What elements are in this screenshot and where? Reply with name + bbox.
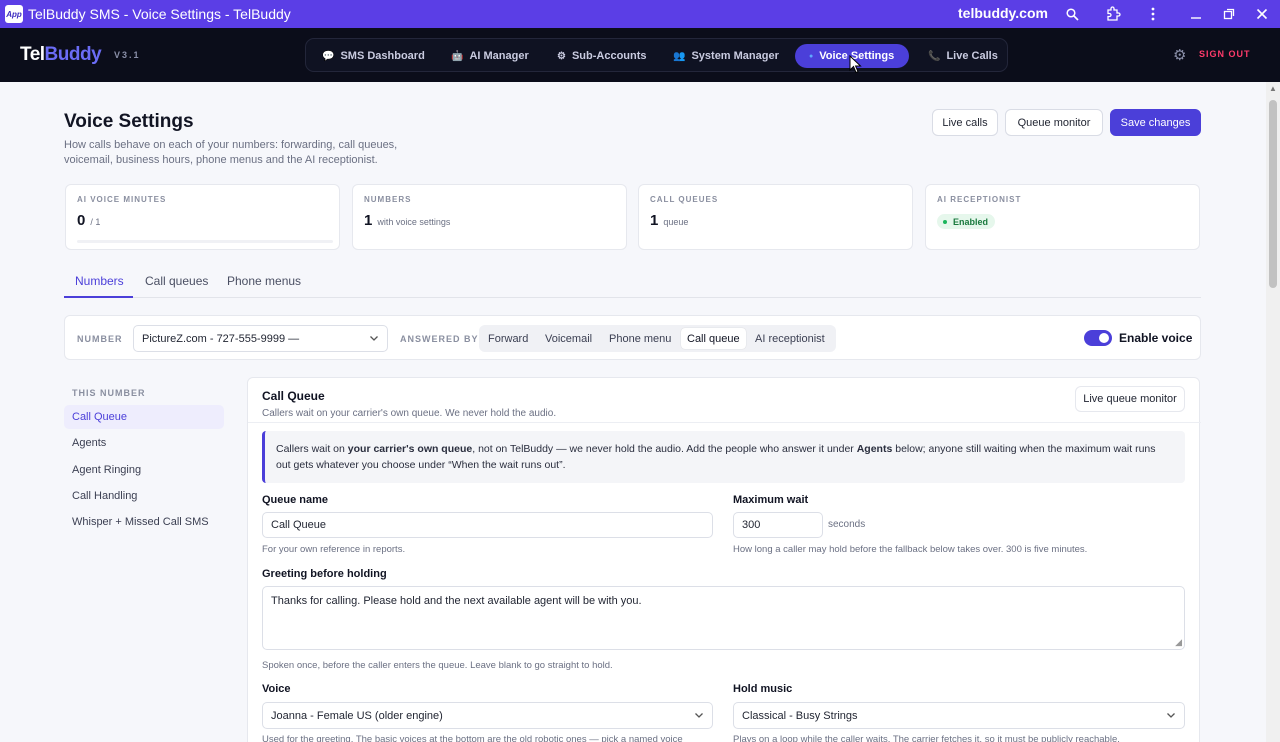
status-badge: Enabled — [937, 214, 996, 229]
side-item-agent-ringing[interactable]: Agent Ringing — [64, 458, 224, 482]
nav-live-calls[interactable]: 📞 Live Calls — [928, 44, 998, 68]
nav-ai-manager[interactable]: 🤖 AI Manager — [451, 44, 529, 68]
voice-select[interactable]: Joanna - Female US (older engine) — [262, 702, 713, 729]
resize-handle-icon[interactable]: ◢ — [1175, 637, 1182, 648]
extensions-icon[interactable] — [1103, 4, 1123, 24]
mode-forward[interactable]: Forward — [482, 328, 534, 349]
tab-call-queues[interactable]: Call queues — [145, 274, 208, 288]
nav-system-manager[interactable]: 👥 System Manager — [673, 44, 779, 68]
cog-icon: ⚙ — [557, 50, 566, 62]
number-label: NUMBER — [77, 334, 123, 344]
zoom-icon[interactable] — [1062, 4, 1082, 24]
live-calls-button[interactable]: Live calls — [932, 109, 998, 136]
voice-icon: ● — [809, 52, 814, 60]
site-domain: telbuddy.com — [958, 5, 1048, 21]
answered-by-segmented-control: Forward Voicemail Phone menu Call queue … — [479, 325, 836, 352]
stat-numbers: NUMBERS 1 with voice settings — [352, 184, 627, 250]
answered-by-label: ANSWERED BY — [400, 334, 479, 344]
close-icon[interactable] — [1252, 4, 1272, 24]
number-select[interactable]: PictureZ.com - 727-555-9999 — — [133, 325, 388, 352]
stat-ai-voice-minutes: AI VOICE MINUTES 0/ 1 — [65, 184, 340, 250]
voice-help: Used for the greeting. The basic voices … — [262, 734, 683, 742]
chevron-down-icon — [369, 333, 379, 346]
minimize-icon[interactable] — [1186, 4, 1206, 24]
page-scrollbar[interactable]: ▲ — [1266, 82, 1280, 742]
tab-phone-menus[interactable]: Phone menus — [227, 274, 301, 288]
chevron-down-icon — [694, 710, 704, 723]
chat-icon: 💬 — [322, 50, 335, 62]
maximize-icon[interactable] — [1219, 4, 1239, 24]
greeting-help: Spoken once, before the caller enters th… — [262, 660, 613, 671]
more-icon[interactable] — [1143, 4, 1163, 24]
side-item-whisper-missed-call-sms[interactable]: Whisper + Missed Call SMS — [64, 510, 224, 534]
page-subtitle: How calls behave on each of your numbers… — [64, 139, 398, 166]
call-queue-panel: Call Queue Callers wait on your carrier'… — [247, 377, 1201, 742]
max-wait-unit: seconds — [828, 519, 866, 530]
mode-phone-menu[interactable]: Phone menu — [603, 328, 677, 349]
side-item-agents[interactable]: Agents — [64, 431, 224, 455]
hold-music-help: Plays on a loop while the caller waits. … — [733, 734, 1120, 742]
robot-icon: 🤖 — [451, 50, 464, 62]
max-wait-input[interactable]: 300 — [733, 512, 823, 538]
panel-title: Call Queue — [262, 389, 325, 403]
hold-music-label: Hold music — [733, 683, 793, 695]
nav-sms-dashboard[interactable]: 💬 SMS Dashboard — [322, 44, 425, 68]
nav-sub-accounts[interactable]: ⚙ Sub-Accounts — [557, 44, 647, 68]
greeting-textarea[interactable]: Thanks for calling. Please hold and the … — [262, 586, 1185, 650]
window-titlebar: App TelBuddy SMS - Voice Settings - TelB… — [0, 0, 1280, 28]
page-title: Voice Settings — [64, 111, 194, 132]
app-icon: App — [5, 5, 23, 23]
queue-name-label: Queue name — [262, 494, 329, 506]
panel-subtitle: Callers wait on your carrier's own queue… — [262, 408, 557, 419]
voice-label: Voice — [262, 683, 291, 695]
settings-gear-icon[interactable]: ⚙ — [1173, 46, 1186, 64]
active-tab-indicator — [64, 296, 133, 298]
enable-voice-label: Enable voice — [1119, 331, 1193, 345]
settings-tabs: Numbers Call queues Phone menus — [64, 272, 1201, 298]
side-nav-heading: THIS NUMBER — [72, 388, 146, 398]
save-changes-button[interactable]: Save changes — [1110, 109, 1201, 136]
queue-name-input[interactable]: Call Queue — [262, 512, 713, 538]
scroll-thumb[interactable] — [1269, 100, 1277, 288]
scroll-up-icon[interactable]: ▲ — [1266, 82, 1280, 96]
side-item-call-queue[interactable]: Call Queue — [64, 405, 224, 429]
queue-name-help: For your own reference in reports. — [262, 544, 406, 555]
max-wait-help: How long a caller may hold before the fa… — [733, 544, 1088, 555]
sign-out-link[interactable]: SIGN OUT — [1199, 49, 1251, 59]
brand-logo[interactable]: TelBuddy — [20, 44, 102, 66]
info-callout: Callers wait on your carrier's own queue… — [262, 431, 1185, 483]
minutes-progress-bar — [77, 240, 333, 243]
stat-ai-receptionist: AI RECEPTIONIST Enabled — [925, 184, 1200, 250]
mode-call-queue[interactable]: Call queue — [681, 328, 746, 349]
enable-voice-toggle[interactable] — [1084, 330, 1112, 346]
number-bar: NUMBER PictureZ.com - 727-555-9999 — ANS… — [64, 315, 1201, 360]
side-item-call-handling[interactable]: Call Handling — [64, 484, 224, 508]
stat-call-queues: CALL QUEUES 1 queue — [638, 184, 913, 250]
mouse-cursor-icon — [849, 55, 862, 74]
mode-voicemail[interactable]: Voicemail — [539, 328, 598, 349]
users-icon: 👥 — [673, 50, 686, 62]
hold-music-select[interactable]: Classical - Busy Strings — [733, 702, 1185, 729]
main-nav: 💬 SMS Dashboard 🤖 AI Manager ⚙ Sub-Accounts… — [305, 38, 1008, 72]
max-wait-label: Maximum wait — [733, 494, 809, 506]
queue-monitor-button[interactable]: Queue monitor — [1005, 109, 1103, 136]
live-queue-monitor-button[interactable]: Live queue monitor — [1075, 386, 1185, 412]
mode-ai-receptionist[interactable]: AI receptionist — [749, 328, 831, 349]
phone-icon: 📞 — [928, 50, 941, 62]
greeting-label: Greeting before holding — [262, 568, 387, 580]
tab-numbers[interactable]: Numbers — [75, 274, 124, 288]
app-version: V3.1 — [114, 50, 141, 60]
window-title: TelBuddy SMS - Voice Settings - TelBuddy — [28, 6, 291, 22]
panel-divider — [248, 422, 1201, 423]
top-navbar: TelBuddy V3.1 💬 SMS Dashboard 🤖 AI Manager… — [0, 28, 1280, 82]
chevron-down-icon — [1166, 710, 1176, 723]
